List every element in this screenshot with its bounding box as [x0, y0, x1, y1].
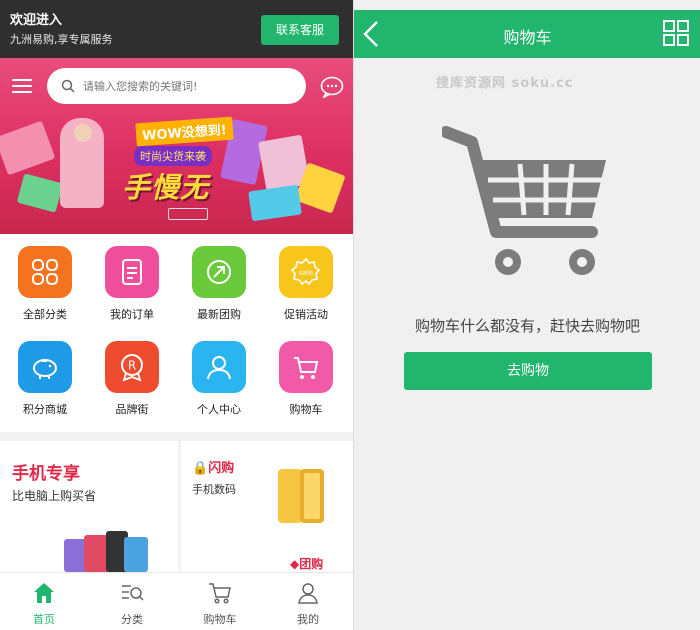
cart-icon [279, 341, 333, 393]
brand-r-icon: R [105, 341, 159, 393]
user-icon [298, 583, 318, 604]
banner-headline: 手慢无 [122, 171, 210, 204]
home-icon [34, 583, 54, 603]
user-icon [192, 341, 246, 393]
order-icon [105, 246, 159, 298]
group-buy-text: 团购 [299, 557, 324, 571]
flash-sale-label[interactable]: 🔒闪购 [192, 457, 234, 476]
banner-promo: WOW没想到! 时尚尖货来袭 手慢无 [120, 116, 250, 216]
category-cart[interactable]: 购物车 [271, 329, 341, 419]
banner-decor [16, 173, 64, 213]
arrow-circle-icon [192, 246, 246, 298]
category-label: 全部分类 [23, 308, 67, 321]
phone-promo-subtitle: 比电脑上购买省 [12, 489, 97, 503]
welcome-bar: 欢迎进入 九洲易购,享专属服务 联系客服 [0, 0, 353, 58]
piggy-bank-icon [18, 341, 72, 393]
phones-image [64, 531, 148, 572]
category-label: 促销活动 [284, 308, 328, 321]
category-search-icon [122, 585, 144, 601]
category-label: 我的订单 [110, 308, 154, 321]
contact-service-button[interactable]: 联系客服 [261, 15, 339, 45]
empty-cart-icon [442, 126, 606, 275]
message-icon[interactable] [320, 76, 344, 98]
grid-icon [18, 246, 72, 298]
iphone-image [278, 469, 324, 523]
phone-promo-title: 手机专享 [12, 464, 80, 484]
menu-icon[interactable] [12, 79, 32, 93]
cart-screen: 购物车 搜库资源网 soku.cc 购物车什么都没有，赶快去购物吧 去购物 [353, 0, 700, 630]
category-group-buy[interactable]: 最新团购 [184, 234, 254, 324]
category-orders[interactable]: 我的订单 [97, 234, 167, 324]
category-label: 购物车 [289, 403, 323, 416]
banner-decor [74, 124, 92, 142]
banner-decor [248, 184, 302, 222]
cart-icon [209, 583, 231, 604]
go-shopping-button[interactable]: 去购物 [404, 352, 652, 390]
tab-category[interactable]: 分类 [88, 573, 176, 630]
tab-cart[interactable]: 购物车 [176, 573, 264, 630]
empty-cart-message: 购物车什么都没有，赶快去购物吧 [414, 317, 640, 335]
search-icon [61, 79, 75, 93]
banner-logo [168, 208, 208, 220]
tab-home[interactable]: 首页 [0, 573, 88, 630]
welcome-subtitle: 九洲易购,享专属服务 [10, 33, 113, 46]
tab-label: 分类 [121, 613, 143, 626]
category-points-mall[interactable]: 积分商城 [10, 329, 80, 419]
watermark-text: 搜库资源网 soku.cc [436, 76, 574, 91]
flash-sale-text: 闪购 [208, 461, 235, 476]
search-placeholder: 请输入您搜索的关键词! [83, 80, 198, 93]
welcome-title: 欢迎进入 [10, 13, 63, 28]
category-all[interactable]: 全部分类 [10, 234, 80, 324]
category-promotions[interactable]: sale 促销活动 [271, 234, 341, 324]
category-label: 积分商城 [23, 403, 67, 416]
phone-promo-section[interactable]: 手机专享 比电脑上购买省 🔒闪购 手机数码 ◆团购 [0, 441, 353, 572]
hero-banner[interactable]: 请输入您搜索的关键词! WOW没想到! 时尚尖货来袭 手慢无 [0, 58, 353, 234]
apps-grid-icon[interactable] [663, 20, 689, 46]
promo-divider [178, 441, 181, 572]
category-brand-street[interactable]: R 品牌街 [97, 329, 167, 419]
banner-tag: WOW没想到! [135, 116, 234, 147]
banner-decor [0, 120, 56, 176]
page-title: 购物车 [503, 28, 552, 47]
search-input[interactable]: 请输入您搜索的关键词! [47, 68, 306, 104]
tab-label: 首页 [33, 613, 55, 626]
category-user-center[interactable]: 个人中心 [184, 329, 254, 419]
flash-sale-subtitle: 手机数码 [192, 483, 236, 496]
category-label: 品牌街 [115, 403, 149, 416]
category-label: 个人中心 [197, 403, 241, 416]
bottom-tabbar: 首页 分类 购物车 我的 [0, 572, 353, 630]
home-screen: 欢迎进入 九洲易购,享专属服务 联系客服 请输入您搜索的关键词! WOW没想到! [0, 0, 353, 630]
group-buy-label[interactable]: ◆团购 [290, 555, 323, 572]
sale-badge-icon: sale [279, 246, 333, 298]
tab-mine[interactable]: 我的 [264, 573, 352, 630]
svg-text:sale: sale [299, 269, 313, 277]
tab-label: 购物车 [203, 613, 237, 626]
banner-sub: 时尚尖货来袭 [134, 146, 212, 166]
category-label: 最新团购 [197, 308, 241, 321]
category-grid: 全部分类 我的订单 最新团购 sale 促销活动 积分商城 R 品牌街 个人中心… [0, 234, 353, 432]
cart-header: 购物车 [354, 10, 700, 58]
tab-label: 我的 [297, 613, 319, 626]
svg-text:R: R [128, 359, 136, 373]
